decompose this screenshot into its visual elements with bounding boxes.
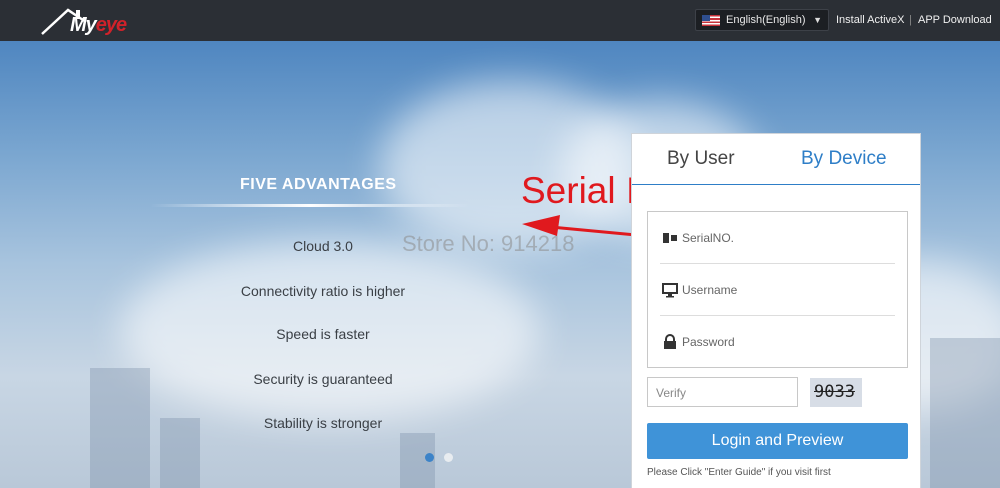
login-button[interactable]: Login and Preview: [647, 423, 908, 459]
username-field[interactable]: Username: [660, 264, 895, 316]
tab-divider: [632, 184, 920, 185]
credentials-box: SerialNO. Username Password: [647, 211, 908, 368]
first-visit-hint: Please Click "Enter Guide" if you visit …: [647, 467, 831, 478]
verify-input[interactable]: Verify: [647, 377, 798, 407]
username-placeholder: Username: [682, 283, 738, 297]
tab-by-user[interactable]: By User: [667, 148, 735, 170]
monitor-icon: [662, 283, 678, 298]
password-placeholder: Password: [682, 335, 735, 349]
captcha-image[interactable]: 9033: [810, 378, 862, 407]
verify-placeholder: Verify: [656, 386, 687, 400]
serial-number-placeholder: SerialNO.: [682, 231, 735, 245]
tab-by-device[interactable]: By Device: [801, 148, 887, 170]
captcha-code: 9033: [814, 382, 855, 402]
password-field[interactable]: Password: [660, 316, 895, 368]
lock-icon: [664, 334, 676, 349]
login-panel: By User By Device SerialNO. Username Pas…: [631, 133, 921, 488]
serial-icon: [663, 233, 677, 243]
serial-number-field[interactable]: SerialNO.: [660, 212, 895, 264]
